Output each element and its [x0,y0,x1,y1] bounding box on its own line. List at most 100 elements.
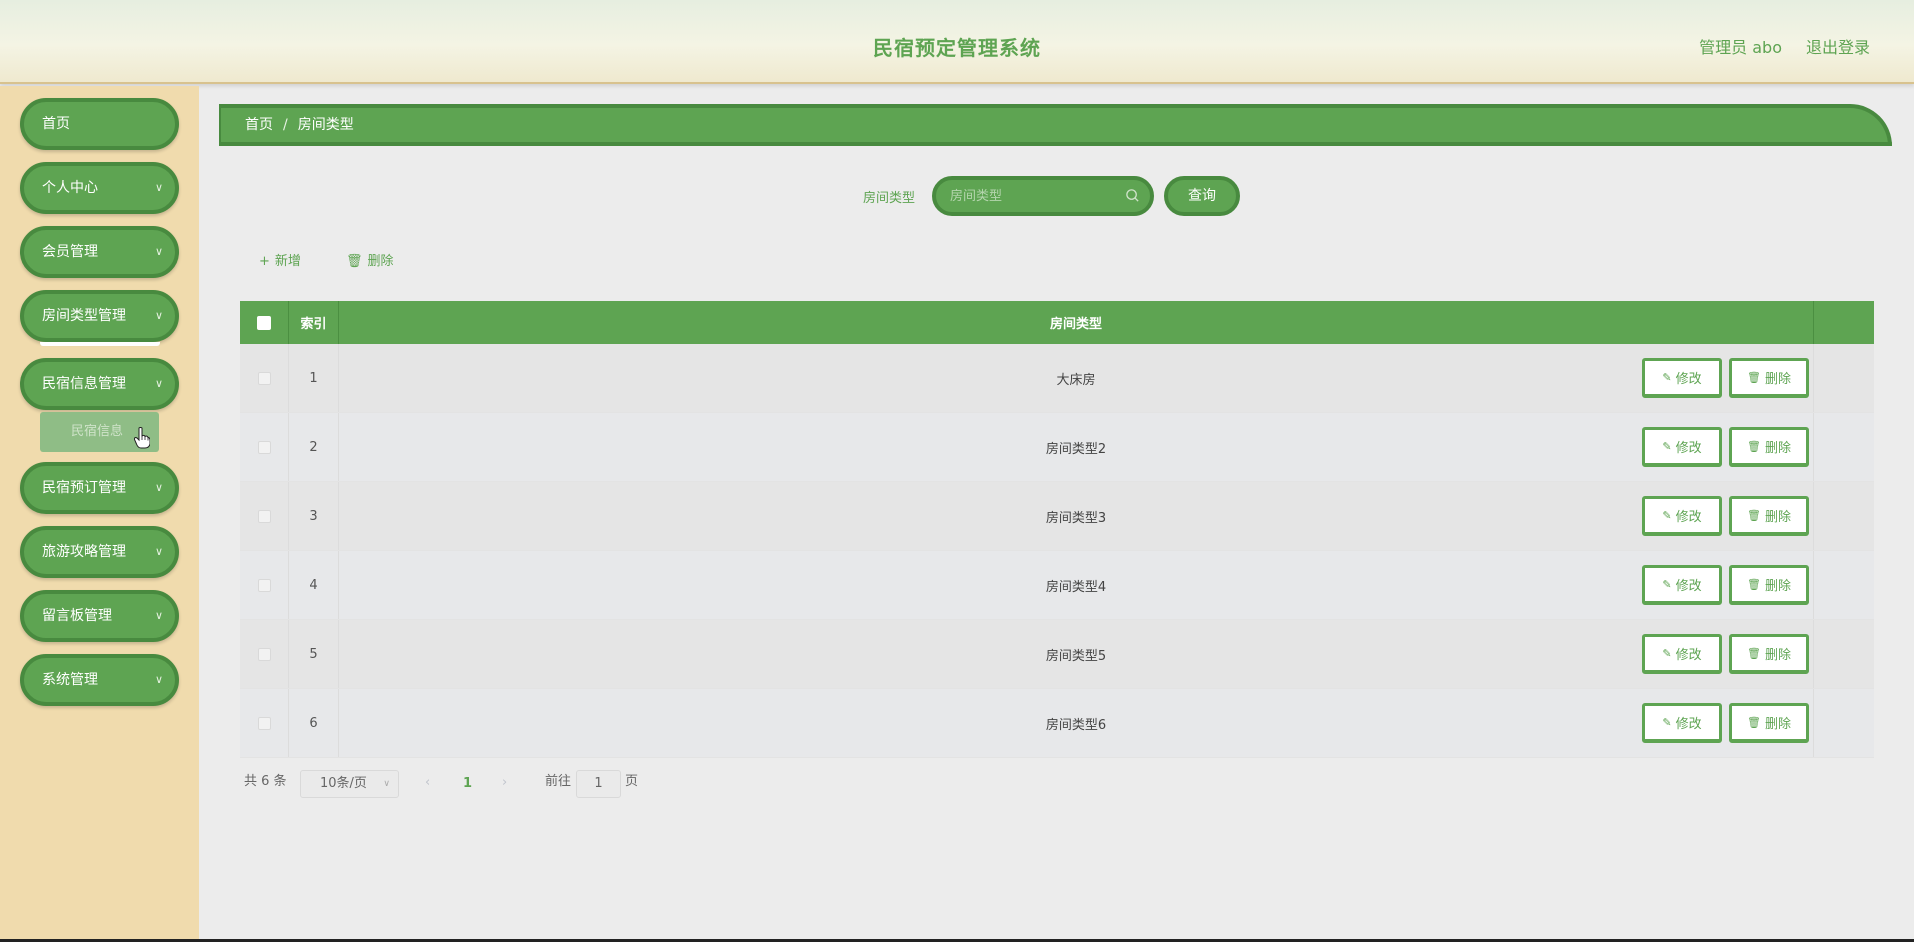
edit-icon: ✎ [1662,440,1672,453]
row-select-cell [240,551,289,619]
edit-label: 修改 [1675,579,1702,594]
search-input[interactable] [950,180,1120,212]
sidebar-item-message-board-management[interactable]: 留言板管理 ∨ [20,590,179,642]
chevron-down-icon: ∨ [154,545,163,558]
sidebar-item-label: 民宿预订管理 [42,480,126,496]
page-number-current[interactable]: 1 [463,776,472,791]
row-index: 4 [289,551,339,619]
edit-label: 修改 [1675,441,1702,456]
edit-button[interactable]: ✎ 修改 [1642,634,1722,674]
sidebar-item-booking-management[interactable]: 民宿预订管理 ∨ [20,462,179,514]
row-action-buttons: ✎ 修改 🗑︎ 删除 [1642,703,1809,743]
row-select-cell [240,413,289,481]
row-index: 6 [289,689,339,757]
row-room-type: 房间类型5 [339,620,1814,688]
search-field [932,176,1154,216]
row-actions [1814,413,1914,481]
pagination-total: 共 6 条 [244,774,287,789]
breadcrumb-home[interactable]: 首页 [245,117,273,133]
edit-icon: ✎ [1662,578,1672,591]
edit-button[interactable]: ✎ 修改 [1642,427,1722,467]
add-button-label: 新增 [274,254,301,269]
breadcrumb-current: 房间类型 [297,117,354,133]
row-checkbox[interactable] [257,647,271,661]
trash-icon: 🗑︎ [346,254,363,269]
row-select-cell [240,482,289,550]
sidebar-item-home[interactable]: 首页 [20,98,179,150]
row-action-buttons: ✎ 修改 🗑︎ 删除 [1642,358,1809,398]
plus-icon: + [259,254,270,269]
next-page-button[interactable]: › [502,775,507,790]
chevron-down-icon: ∨ [154,377,163,390]
sidebar-item-label: 民宿信息管理 [42,376,126,392]
row-checkbox[interactable] [257,716,271,730]
batch-delete-button[interactable]: 🗑︎ 删除 [346,250,394,269]
select-all-checkbox[interactable] [257,315,271,330]
sidebar-item-label: 首页 [42,116,70,132]
row-checkbox[interactable] [257,509,271,523]
row-index: 5 [289,620,339,688]
edit-icon: ✎ [1662,716,1672,729]
edit-icon: ✎ [1662,371,1672,384]
edit-button[interactable]: ✎ 修改 [1642,358,1722,398]
edit-button[interactable]: ✎ 修改 [1642,496,1722,536]
sidebar-item-member-management[interactable]: 会员管理 ∨ [20,226,179,278]
table-row: 2 房间类型2 ✎ 修改 🗑︎ 删除 [240,413,1874,482]
chevron-down-icon: ∨ [154,309,163,322]
sidebar-item-label: 会员管理 [42,244,98,260]
sidebar-item-homestay-info-management[interactable]: 民宿信息管理 ∨ [20,358,179,410]
page-size-value: 10条/页 [320,776,367,791]
app-title: 民宿预定管理系统 [873,36,1041,60]
sidebar-item-label: 留言板管理 [42,608,112,624]
sidebar-item-personal-center[interactable]: 个人中心 ∨ [20,162,179,214]
goto-suffix: 页 [625,774,639,789]
edit-button[interactable]: ✎ 修改 [1642,703,1722,743]
trash-icon: 🗑︎ [1747,647,1761,660]
row-actions [1814,551,1914,619]
sidebar-item-room-type-management[interactable]: 房间类型管理 ∨ [20,290,179,342]
logout-link[interactable]: 退出登录 [1806,34,1870,58]
edit-button[interactable]: ✎ 修改 [1642,565,1722,605]
row-checkbox[interactable] [257,440,271,454]
delete-button[interactable]: 🗑︎ 删除 [1729,565,1809,605]
row-checkbox[interactable] [257,578,271,592]
sidebar-item-system-management[interactable]: 系统管理 ∨ [20,654,179,706]
goto-page-input[interactable]: 1 [576,770,621,798]
row-actions [1814,620,1914,688]
trash-icon: 🗑︎ [1747,509,1761,522]
edit-icon: ✎ [1662,647,1672,660]
delete-button[interactable]: 🗑︎ 删除 [1729,634,1809,674]
page-size-select[interactable]: 10条/页 ∨ [300,770,399,798]
search-button[interactable]: 查询 [1164,176,1240,216]
delete-label: 删除 [1764,510,1791,525]
table-row: 1 大床房 ✎ 修改 🗑︎ 删除 [240,344,1874,413]
edit-label: 修改 [1675,648,1702,663]
delete-button[interactable]: 🗑︎ 删除 [1729,703,1809,743]
row-index: 1 [289,344,339,412]
prev-page-button[interactable]: ‹ [425,775,430,790]
table-row: 6 房间类型6 ✎ 修改 🗑︎ 删除 [240,689,1874,758]
table-row: 5 房间类型5 ✎ 修改 🗑︎ 删除 [240,620,1874,689]
row-checkbox[interactable] [257,371,271,385]
row-actions [1814,689,1914,757]
search-icon [1126,189,1139,202]
row-select-cell [240,689,289,757]
chevron-down-icon: ∨ [154,245,163,258]
goto-prefix: 前往 [545,774,572,789]
delete-button[interactable]: 🗑︎ 删除 [1729,427,1809,467]
delete-label: 删除 [1764,648,1791,663]
row-action-buttons: ✎ 修改 🗑︎ 删除 [1642,634,1809,674]
trash-icon: 🗑︎ [1747,440,1761,453]
add-button[interactable]: + 新增 [259,250,301,269]
select-all-cell [240,301,289,344]
row-action-buttons: ✎ 修改 🗑︎ 删除 [1642,496,1809,536]
edit-label: 修改 [1675,510,1702,525]
delete-label: 删除 [1764,372,1791,387]
delete-button[interactable]: 🗑︎ 删除 [1729,496,1809,536]
chevron-down-icon: ∨ [383,779,390,789]
sidebar-item-travel-guide-management[interactable]: 旅游攻略管理 ∨ [20,526,179,578]
room-type-table: 索引 房间类型 操作 1大床房✎修改🗑︎删除2房间类型2✎修改🗑︎删除3房间类型… [240,301,1874,758]
delete-button[interactable]: 🗑︎ 删除 [1729,358,1809,398]
column-header-index: 索引 [289,301,339,344]
table-row: 4 房间类型4 ✎ 修改 🗑︎ 删除 [240,551,1874,620]
